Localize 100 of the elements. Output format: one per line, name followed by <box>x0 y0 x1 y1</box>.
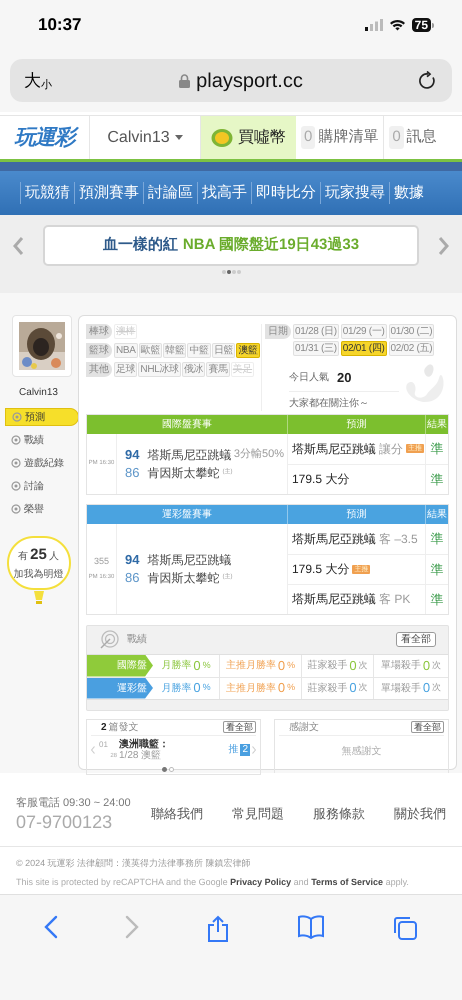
stat-unit: % <box>287 681 296 694</box>
stat-label: 主推月勝率 <box>226 658 276 673</box>
record-title: 戰績 <box>127 632 148 647</box>
url-text: playsport.cc <box>196 68 303 94</box>
pick-text: 179.5 大分 <box>292 561 350 578</box>
nav-link[interactable]: 找高手 <box>197 182 251 204</box>
stat-value: 0 <box>349 679 357 698</box>
sidebar-item[interactable]: 遊戲紀錄 <box>5 454 72 472</box>
team-name: 肯因斯太攀蛇 <box>147 570 220 586</box>
team-name: 塔斯馬尼亞跳蟻 <box>147 552 232 568</box>
category-label: 棒球 <box>86 324 112 339</box>
sidebar-item[interactable]: 戰績 <box>5 431 72 449</box>
text-size-button[interactable]: 小 <box>41 76 52 94</box>
post-month: 01 <box>99 738 108 750</box>
nav-link[interactable]: 玩家搜尋 <box>320 182 389 204</box>
post-subtitle: 1/28 澳籃 <box>119 750 162 760</box>
stat-unit: % <box>202 658 211 672</box>
recaptcha-notice: This site is protected by reCAPTCHA and the Google Privacy Policy and Terms of Service apply. <box>16 876 410 889</box>
pick-text: 塔斯馬尼亞跳蟻 <box>292 530 376 548</box>
filter-chip[interactable]: 中籃 <box>187 343 211 358</box>
result-text: 準 <box>430 590 444 608</box>
filter-chip[interactable]: 歐籃 <box>138 343 162 358</box>
view-all-button[interactable]: 看全部 <box>223 721 256 733</box>
nav-link[interactable]: 預測賽事 <box>74 182 143 204</box>
filter-chip[interactable]: NBA <box>114 343 138 358</box>
column-header: 結果 <box>426 508 448 522</box>
sidebar-item[interactable]: 預測 <box>5 408 79 426</box>
pick-text: 塔斯馬尼亞跳蟻 <box>292 591 376 608</box>
filter-chip[interactable]: 韓籃 <box>163 343 186 358</box>
buy-coin-button[interactable]: 買噓幣 <box>201 116 296 159</box>
stat-label: 單場殺手 <box>380 682 421 696</box>
text-size-button[interactable]: 大 <box>24 68 41 94</box>
filter-chip[interactable]: 俄冰 <box>182 362 206 377</box>
empty-message: 無感謝文 <box>340 744 382 758</box>
team-score: 86 <box>125 464 140 482</box>
stat-label: 月勝率 <box>161 658 192 673</box>
filter-chip[interactable]: 02/01 (四) <box>340 341 387 356</box>
filter-chip[interactable]: 01/31 (三) <box>293 341 339 356</box>
result-text: 準 <box>430 440 444 458</box>
header-link[interactable]: 0 訊息 <box>383 116 442 159</box>
team-name: 肯因斯太攀蛇 <box>147 464 220 482</box>
market-tag: 國際盤 <box>87 654 153 676</box>
stat-value: 0 <box>422 656 430 675</box>
stat-unit: 次 <box>432 658 442 672</box>
push-count: 2 <box>240 744 250 756</box>
stat-label: 莊家殺手 <box>307 658 348 673</box>
filter-chip[interactable]: 01/28 (日) <box>293 324 339 339</box>
stat-value: 0 <box>422 679 430 698</box>
nav-link[interactable]: 數據 <box>389 182 428 204</box>
phone-number: 07-9700123 <box>16 812 114 832</box>
push-label: 推 <box>228 743 238 757</box>
header-link[interactable]: 0 購牌清單 <box>296 116 384 159</box>
thanks-title: 感謝文 <box>289 720 320 734</box>
nav-link[interactable]: 即時比分 <box>251 182 320 204</box>
column-header: 結果 <box>426 418 448 432</box>
view-all-button[interactable]: 看全部 <box>411 721 444 733</box>
column-header: 預測 <box>288 414 426 434</box>
filter-chip[interactable]: 賽馬 <box>206 362 230 377</box>
nav-link[interactable]: 討論區 <box>143 182 197 204</box>
sidebar-item[interactable]: 討論 <box>5 477 72 495</box>
team-score: 86 <box>125 568 140 587</box>
hotline-label: 客服電話 09:30 ~ 24:00 <box>16 796 132 811</box>
game-number: 355 <box>94 555 110 568</box>
filter-chip[interactable]: NHL冰球 <box>138 362 181 377</box>
view-all-button[interactable]: 看全部 <box>396 632 436 647</box>
filter-chip[interactable]: 足球 <box>114 362 138 377</box>
clock-time: 10:37 <box>38 14 82 36</box>
team-name: 塔斯馬尼亞跳蟻 <box>147 446 232 464</box>
nav-link[interactable]: 玩競猜 <box>20 182 74 204</box>
footer-link[interactable]: 服務條款 <box>313 804 365 823</box>
stat-label: 月勝率 <box>161 682 192 696</box>
filter-chip[interactable]: 01/30 (二) <box>388 324 434 339</box>
result-text: 準 <box>430 470 444 488</box>
copyright-text: © 2024 玩運彩 法律顧問：漢英得力法律事務所 陳鎮宏律師 <box>16 856 252 870</box>
pick-detail: 讓分 <box>379 440 403 458</box>
footer-link[interactable]: 聯絡我們 <box>151 804 203 823</box>
stat-label: 單場殺手 <box>380 658 421 673</box>
filter-chip[interactable]: 01/29 (一) <box>340 324 387 339</box>
stat-value: 0 <box>193 656 201 675</box>
filter-chip[interactable]: 日籃 <box>212 343 236 358</box>
filter-chip[interactable]: 澳籃 <box>236 343 260 358</box>
headline-banner[interactable]: 血一樣的紅 NBA 國際盤近19日43過33 <box>43 225 419 266</box>
follower-count: 25 <box>30 545 47 566</box>
score-note: 3分輸50% <box>234 446 284 462</box>
stat-unit: % <box>287 658 296 672</box>
post-title[interactable]: 澳洲職籃： <box>119 738 226 750</box>
popularity-count: 20 <box>337 369 352 387</box>
category-label: 其他 <box>86 362 112 377</box>
date-label: 日期 <box>265 324 291 339</box>
stat-value: 0 <box>349 656 357 675</box>
footer-link[interactable]: 常見問題 <box>232 804 284 823</box>
footer-link[interactable]: 關於我們 <box>394 804 446 823</box>
sidebar-item[interactable]: 榮譽 <box>5 500 72 518</box>
follower-caption: 加我為明燈 <box>14 568 64 582</box>
pick-detail: 客 PK <box>379 591 410 608</box>
filter-chip[interactable]: 02/02 (五) <box>388 341 434 356</box>
username: Calvin13 <box>19 386 58 400</box>
popularity-label: 今日人氣 <box>289 371 329 386</box>
popularity-message: 大家都在關注你～ <box>289 396 370 410</box>
headline-text: NBA 國際盤近19日43過33 <box>182 235 360 256</box>
